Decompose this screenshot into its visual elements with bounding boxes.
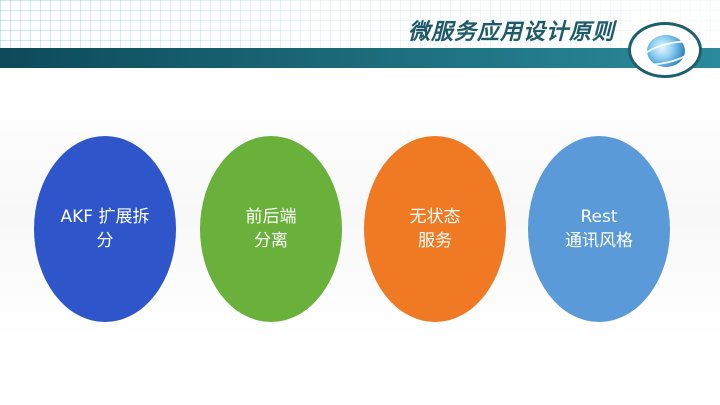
principle-label: 无状态 服务	[409, 207, 461, 251]
principle-label: AKF 扩展拆 分	[60, 207, 150, 251]
logo	[628, 22, 702, 78]
principle-label: Rest 通讯风格	[565, 207, 633, 251]
slide-title: 微服务应用设计原则	[407, 19, 615, 45]
principle-label: 前后端 分离	[245, 207, 297, 251]
principle-circle-stateless: 无状态 服务	[364, 136, 506, 322]
principle-circle-frontend-backend: 前后端 分离	[200, 136, 342, 322]
principle-circle-akf: AKF 扩展拆 分	[34, 136, 176, 322]
header-band	[0, 48, 720, 68]
principle-circle-rest: Rest 通讯风格	[528, 136, 670, 322]
